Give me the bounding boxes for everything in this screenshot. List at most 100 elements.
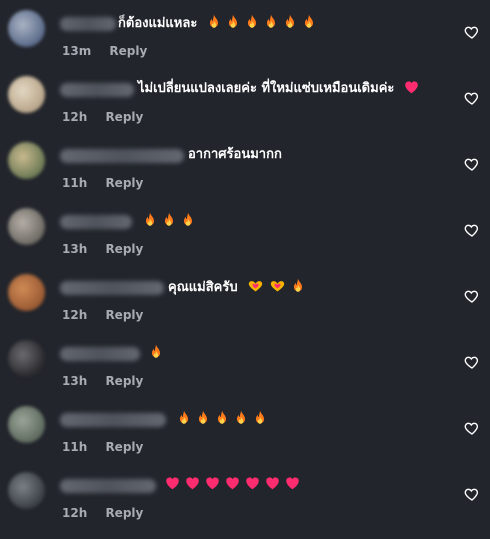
comment-meta: 13h Reply: [62, 374, 143, 388]
timestamp: 12h: [62, 110, 88, 124]
reply-button[interactable]: Reply: [105, 176, 143, 190]
heart-hands-emoji-icon: [269, 279, 286, 299]
flame-emoji-icon: [253, 410, 267, 431]
flame-emoji-icon: [177, 410, 191, 431]
avatar[interactable]: [8, 142, 45, 179]
comment-meta: 13m Reply: [62, 44, 147, 58]
avatar[interactable]: [8, 76, 45, 113]
username-blurred[interactable]: [60, 413, 166, 427]
flame-emoji-icon: [234, 410, 248, 431]
username-blurred[interactable]: [60, 17, 116, 31]
comment-body: อากาศร้อนมากก: [188, 147, 282, 162]
emoji-list: [242, 278, 305, 295]
reply-button[interactable]: Reply: [105, 440, 143, 454]
comment-item: 13h Reply: [0, 204, 490, 270]
timestamp: 11h: [62, 176, 88, 190]
avatar[interactable]: [8, 10, 45, 47]
comment-item: 11h Reply: [0, 402, 490, 468]
comment-text: [138, 212, 195, 233]
comment-item: อากาศร้อนมากก 11h Reply: [0, 138, 490, 204]
flame-emoji-icon: [162, 212, 176, 233]
flame-emoji-icon: [149, 344, 163, 365]
flame-emoji-icon: [207, 14, 221, 35]
timestamp: 13h: [62, 242, 88, 256]
emoji-list: [160, 477, 300, 492]
avatar[interactable]: [8, 406, 45, 443]
like-heart-icon[interactable]: [464, 354, 480, 370]
comment-meta: 11h Reply: [62, 176, 143, 190]
comment-item: ก็ต้องแม่แหละ 13m Reply: [0, 6, 490, 72]
comment-meta: 12h Reply: [62, 308, 143, 322]
username-blurred[interactable]: [60, 149, 184, 163]
heart-emoji-icon: [165, 476, 180, 496]
heart-emoji-icon: [245, 476, 260, 496]
comment-text: [160, 476, 300, 496]
flame-emoji-icon: [215, 410, 229, 431]
heart-hands-emoji-icon: [247, 279, 264, 299]
timestamp: 13h: [62, 374, 88, 388]
timestamp: 12h: [62, 308, 88, 322]
flame-emoji-icon: [283, 14, 297, 35]
avatar[interactable]: [8, 340, 45, 377]
flame-emoji-icon: [143, 212, 157, 233]
comment-text: คุณแม่สิครับ: [168, 278, 305, 299]
like-heart-icon[interactable]: [464, 24, 480, 40]
flame-emoji-icon: [264, 14, 278, 35]
reply-button[interactable]: Reply: [105, 242, 143, 256]
reply-button[interactable]: Reply: [105, 374, 143, 388]
flame-emoji-icon: [291, 278, 305, 299]
reply-button[interactable]: Reply: [105, 110, 143, 124]
emoji-list: [144, 344, 163, 361]
comment-meta: 12h Reply: [62, 506, 143, 520]
comment-text: ก็ต้องแม่แหละ: [118, 14, 316, 35]
flame-emoji-icon: [302, 14, 316, 35]
flame-emoji-icon: [245, 14, 259, 35]
avatar[interactable]: [8, 472, 45, 509]
username-blurred[interactable]: [60, 347, 140, 361]
reply-button[interactable]: Reply: [105, 506, 143, 520]
comment-text: [144, 344, 163, 365]
heart-emoji-icon: [185, 476, 200, 496]
emoji-list: [202, 14, 316, 31]
heart-emoji-icon: [285, 476, 300, 496]
comment-text: อากาศร้อนมากก: [188, 146, 282, 164]
avatar[interactable]: [8, 208, 45, 245]
emoji-list: [399, 81, 419, 96]
avatar[interactable]: [8, 274, 45, 311]
like-heart-icon[interactable]: [464, 156, 480, 172]
heart-emoji-icon: [225, 476, 240, 496]
reply-button[interactable]: Reply: [105, 308, 143, 322]
comment-body: ไม่เปลี่ยนแปลงเลยค่ะ ที่ใหม่แซ่บเหมือนเด…: [138, 81, 395, 96]
reply-button[interactable]: Reply: [109, 44, 147, 58]
timestamp: 11h: [62, 440, 88, 454]
username-blurred[interactable]: [60, 83, 134, 97]
comment-meta: 12h Reply: [62, 110, 143, 124]
comment-text: ไม่เปลี่ยนแปลงเลยค่ะ ที่ใหม่แซ่บเหมือนเด…: [138, 80, 419, 100]
comment-item: 13h Reply: [0, 336, 490, 402]
username-blurred[interactable]: [60, 479, 156, 493]
comment-text: [172, 410, 267, 431]
emoji-list: [172, 410, 267, 427]
comment-item: 12h Reply: [0, 468, 490, 534]
flame-emoji-icon: [196, 410, 210, 431]
timestamp: 13m: [62, 44, 92, 58]
like-heart-icon[interactable]: [464, 288, 480, 304]
comment-body: คุณแม่สิครับ: [168, 280, 238, 295]
heart-emoji-icon: [205, 476, 220, 496]
heart-emoji-icon: [404, 80, 419, 100]
username-blurred[interactable]: [60, 215, 132, 229]
username-blurred[interactable]: [60, 281, 164, 295]
comment-meta: 11h Reply: [62, 440, 143, 454]
flame-emoji-icon: [181, 212, 195, 233]
like-heart-icon[interactable]: [464, 90, 480, 106]
comment-item: คุณแม่สิครับ 12h Reply: [0, 270, 490, 336]
flame-emoji-icon: [226, 14, 240, 35]
like-heart-icon[interactable]: [464, 420, 480, 436]
like-heart-icon[interactable]: [464, 486, 480, 502]
comment-body: ก็ต้องแม่แหละ: [118, 16, 198, 31]
timestamp: 12h: [62, 506, 88, 520]
comment-meta: 13h Reply: [62, 242, 143, 256]
emoji-list: [138, 212, 195, 229]
like-heart-icon[interactable]: [464, 222, 480, 238]
heart-emoji-icon: [265, 476, 280, 496]
